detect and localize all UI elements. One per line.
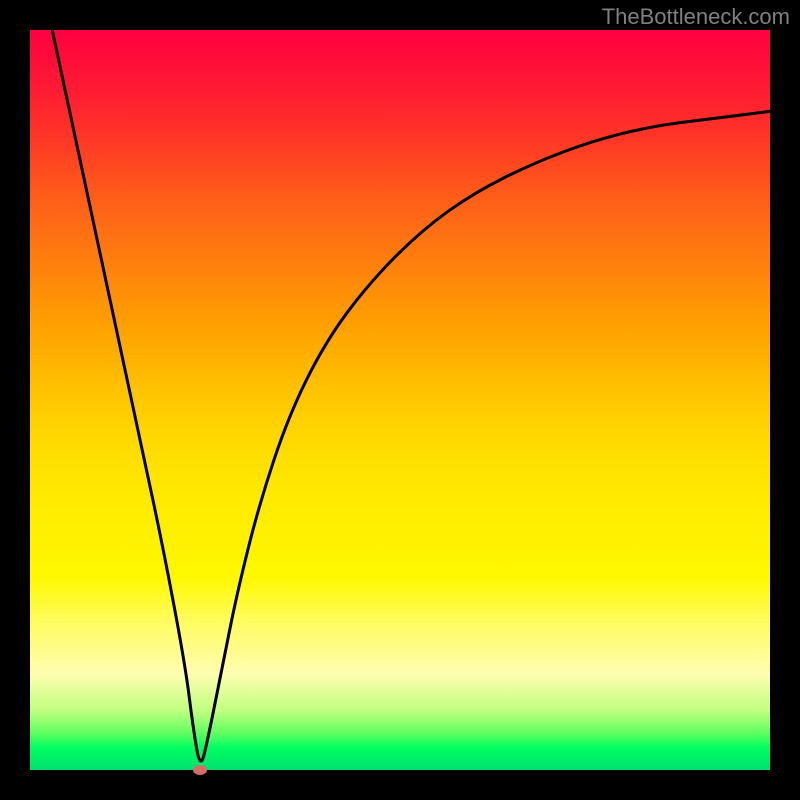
chart-frame (0, 0, 800, 800)
watermark-text: TheBottleneck.com (602, 4, 790, 30)
